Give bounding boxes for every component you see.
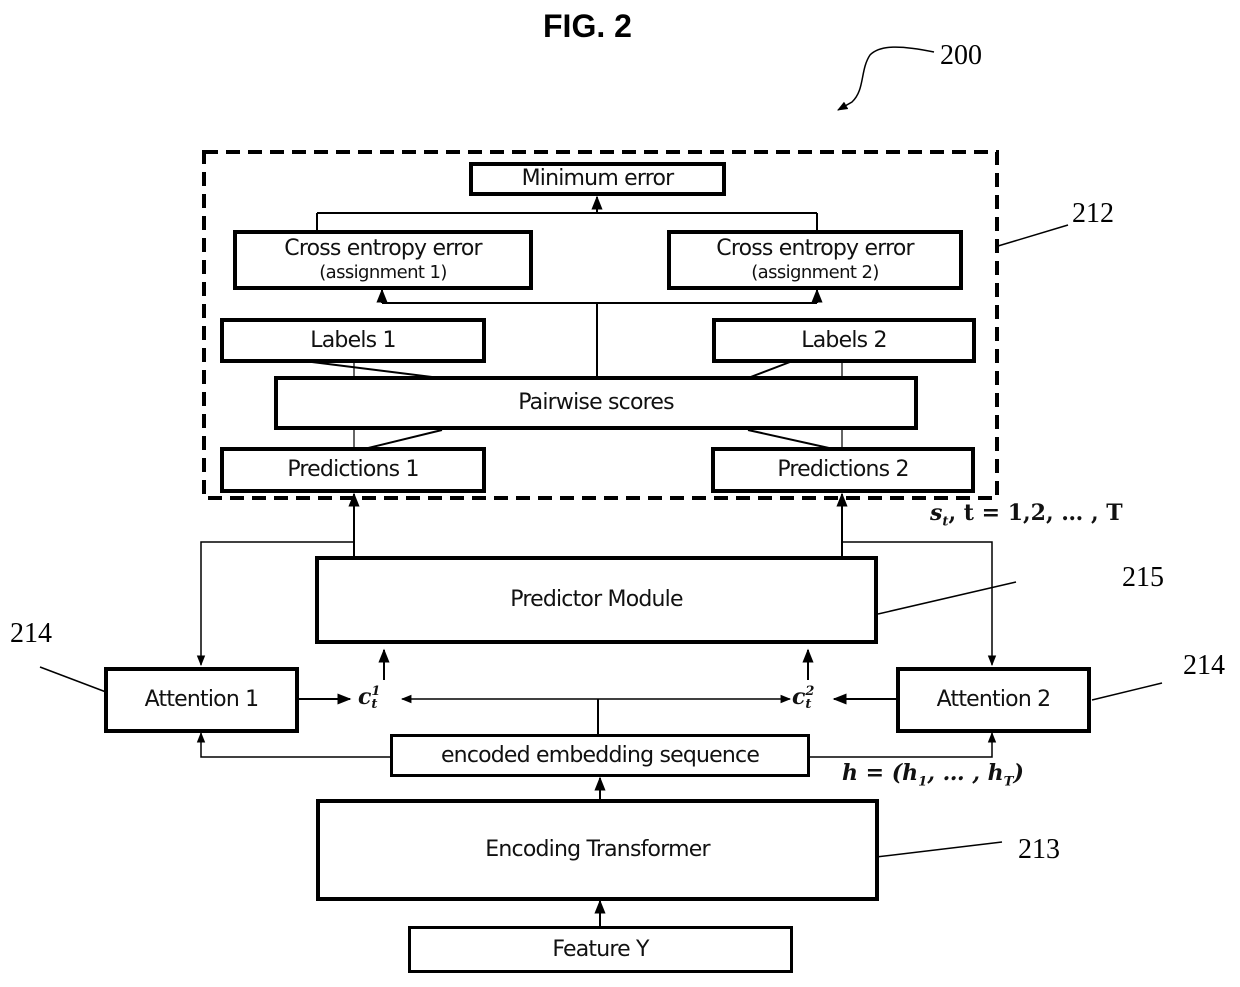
cross-entropy-1-box: Cross entropy error (assignment 1) (233, 230, 533, 290)
cross-entropy-1-title: Cross entropy error (284, 236, 482, 261)
h-sub-1: 1 (918, 774, 928, 790)
ref-215-leader (877, 581, 1017, 615)
ref-200-label: 200 (940, 40, 982, 71)
ref-212-label: 212 (1072, 198, 1114, 229)
attention-2-box: Attention 2 (896, 667, 1091, 733)
minimum-error-box: Minimum error (469, 162, 726, 196)
attention-2-label: Attention 2 (936, 687, 1052, 712)
ref-213-label: 213 (1018, 834, 1060, 865)
c-t-1-label: c1t (358, 684, 380, 711)
encoding-transformer-label: Encoding Transformer (485, 837, 710, 862)
figure-title: FIG. 2 (543, 8, 632, 44)
cross-entropy-1-subtitle: (assignment 1) (319, 262, 447, 283)
labels-2-box: Labels 2 (712, 318, 976, 363)
pairwise-scores-box: Pairwise scores (274, 376, 918, 430)
c-t-1-base: c (358, 684, 372, 710)
c-t-2-sub: t (805, 697, 812, 712)
ref-214-right-leader (1091, 682, 1163, 701)
ref-214-left-leader (39, 666, 107, 693)
arrow-seq-to-attention1 (196, 731, 390, 758)
s-t-base: s (930, 500, 943, 526)
predictions-2-box: Predictions 2 (711, 447, 975, 493)
predictions-2-label: Predictions 2 (777, 457, 909, 482)
s-t-label: st, t = 1,2, … , T (930, 500, 1123, 529)
encoded-embedding-sequence-label: encoded embedding sequence (440, 742, 760, 768)
predictor-module-label: Predictor Module (510, 587, 683, 612)
predictions-1-label: Predictions 1 (287, 457, 419, 482)
ref-215-label: 215 (1122, 562, 1164, 593)
diagram-canvas: FIG. 2 200 212 Minimum error Cross entro… (0, 0, 1240, 987)
h-expr: h = (h (842, 760, 919, 786)
ref-214-left-label: 214 (10, 618, 52, 649)
predictor-module-box: Predictor Module (315, 556, 878, 644)
encoding-transformer-box: Encoding Transformer (316, 799, 879, 901)
labels-1-box: Labels 1 (220, 318, 486, 363)
pairwise-scores-label: Pairwise scores (518, 390, 674, 415)
cross-entropy-2-subtitle: (assignment 2) (751, 262, 879, 283)
feature-y-box: Feature Y (408, 926, 793, 973)
s-t-range: , t = 1,2, … , T (948, 500, 1123, 526)
c-t-2-label: c2t (792, 684, 814, 711)
feature-y-label: Feature Y (552, 936, 649, 962)
cross-entropy-2-title: Cross entropy error (716, 236, 914, 261)
cross-entropy-2-box: Cross entropy error (assignment 2) (667, 230, 963, 290)
predictions-1-box: Predictions 1 (220, 447, 486, 493)
attention-1-box: Attention 1 (104, 667, 299, 733)
encoded-embedding-sequence-box: encoded embedding sequence (390, 734, 810, 777)
h-close: ) (1013, 760, 1024, 786)
c-t-1-sub: t (371, 697, 378, 712)
h-sequence-label: h = (h1, … , hT) (842, 760, 1024, 789)
h-sub-t: T (1003, 774, 1014, 790)
ref-213-leader (875, 841, 1003, 858)
attention-1-label: Attention 1 (144, 687, 260, 712)
ref-214-right-label: 214 (1183, 650, 1225, 681)
minimum-error-label: Minimum error (521, 166, 675, 191)
h-mid: , … , h (927, 760, 1004, 786)
ref-200-leader (837, 46, 935, 111)
labels-1-label: Labels 1 (310, 327, 396, 353)
ref-212-leader (997, 224, 1069, 247)
labels-2-label: Labels 2 (801, 327, 887, 353)
c-t-2-base: c (792, 684, 806, 710)
arrow-seq-to-attention2 (808, 731, 997, 758)
